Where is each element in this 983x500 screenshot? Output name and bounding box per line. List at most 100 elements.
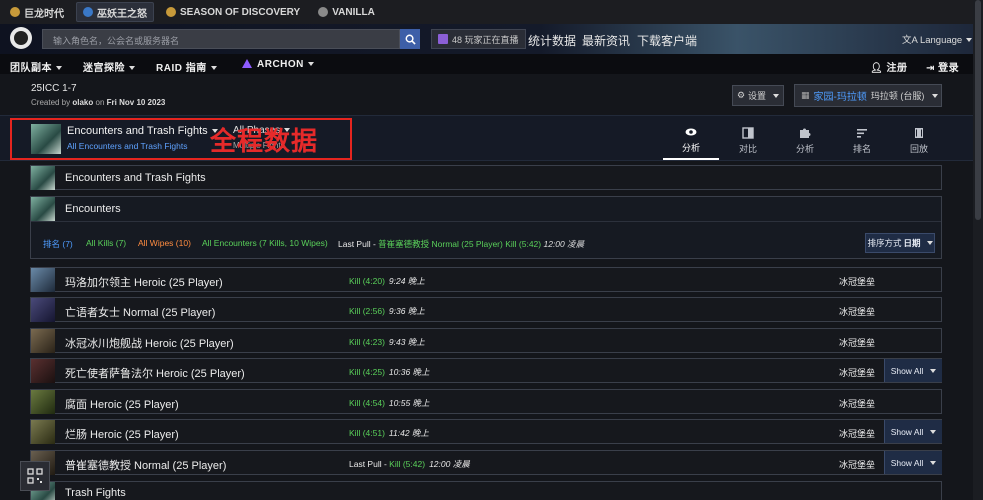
chevron-down-icon	[930, 429, 937, 434]
game-tab-sod[interactable]: SEASON OF DISCOVERY	[160, 2, 306, 22]
show-all-label: Show All	[890, 365, 924, 376]
settings-button[interactable]: ⚙ 设置	[732, 85, 784, 106]
fight-time: 9:24 晚上	[388, 276, 425, 286]
fight-row[interactable]: 腐面 Heroic (25 Player) Kill (4:54) 10:55 晚…	[30, 389, 942, 414]
chevron-down-icon	[966, 38, 973, 43]
header-link-statistics[interactable]: 统计数据	[528, 32, 576, 49]
login-link[interactable]: ⇥ 登录	[926, 59, 959, 74]
nav-item-dungeons[interactable]: 迷宫探险	[83, 59, 135, 74]
game-tab-dragonflight[interactable]: 巨龙时代	[4, 2, 70, 22]
fight-kill: Kill (4:51) 11:42 晚上	[349, 427, 429, 439]
chevron-down-icon	[56, 66, 62, 71]
tab-label: 分析	[795, 143, 814, 154]
main-nav: 团队副本 迷宫探险 RAID 指南 ARCHON 👤︎ 注册 ⇥ 登录	[0, 54, 983, 74]
fight-name: 腐面 Heroic (25 Player)	[65, 399, 179, 411]
tab-analysis[interactable]: 分析	[663, 121, 719, 160]
fight-name: 亡语者女士 Normal (25 Player)	[65, 307, 216, 319]
sod-icon	[166, 7, 176, 17]
game-tab-label: VANILLA	[332, 6, 375, 18]
wotlk-icon	[83, 7, 93, 17]
compare-icon	[742, 126, 754, 139]
fight-time: 11:42 晚上	[388, 428, 429, 438]
chevron-down-icon	[930, 368, 937, 373]
language-selector[interactable]: 文A Language	[902, 32, 973, 46]
chevron-down-icon	[129, 66, 135, 71]
encounters-panel: Encounters 排名 (7) All Kills (7) All Wipe…	[30, 196, 942, 259]
fight-kill: Kill (4:25) 10:36 晚上	[349, 366, 430, 378]
fight-row[interactable]: 烂肠 Heroic (25 Player) Kill (4:51) 11:42 晚…	[30, 419, 942, 444]
fight-kill: Last Pull - Kill (5:42) 12:00 凌晨	[349, 458, 470, 470]
ranking-icon	[857, 128, 867, 138]
filter-last-pull[interactable]: Last Pull - 普崔塞德教授 Normal (25 Player) Ki…	[338, 238, 584, 250]
report-toolbar: Encounters and Trash Fights All Encounte…	[0, 115, 973, 161]
guild-selector[interactable]: ▦ 家园-玛拉顿 玛拉顿 (台服)	[794, 84, 942, 107]
header-link-download[interactable]: 下载客户端	[637, 32, 697, 49]
scrollbar-thumb[interactable]	[975, 0, 981, 220]
tab-compare[interactable]: 对比	[720, 121, 776, 160]
fight-kill: Kill (2:56) 9:36 晚上	[349, 305, 425, 317]
fight-zone: 冰冠堡垒	[839, 460, 876, 470]
nav-label: RAID 指南	[156, 63, 207, 74]
nav-item-archon[interactable]: ARCHON	[242, 59, 314, 70]
nav-label: 迷宫探险	[83, 63, 125, 74]
boss-icon	[31, 420, 55, 444]
filter-rank[interactable]: 排名 (7)	[43, 238, 73, 250]
last-pull-text: 普崔塞德教授 Normal (25 Player) Kill (5:42)	[378, 239, 542, 249]
fight-row[interactable]: 亡语者女士 Normal (25 Player) Kill (2:56) 9:36…	[30, 297, 942, 322]
fight-row[interactable]: 冰冠冰川炮舰战 Heroic (25 Player) Kill (4:23) 9:…	[30, 328, 942, 353]
trash-row[interactable]: Trash Fights	[30, 481, 942, 500]
replay-icon	[915, 127, 923, 138]
translate-icon: 文A	[902, 35, 920, 46]
kill-label: Kill (4:54)	[349, 398, 385, 408]
archon-icon	[242, 59, 252, 68]
kill-label: Kill (4:20)	[349, 276, 385, 286]
sort-dropdown[interactable]: 排序方式 日期	[865, 233, 935, 253]
divider	[31, 221, 941, 222]
tab-replay[interactable]: 回放	[891, 121, 947, 160]
puzzle-icon	[800, 128, 811, 138]
search-input[interactable]: 输入角色名，公会名或服务器名	[42, 29, 400, 49]
report-title: 25ICC 1-7	[31, 83, 77, 94]
show-all-button[interactable]: Show All	[884, 451, 942, 474]
language-label: Language	[919, 35, 963, 46]
filter-all-wipes[interactable]: All Wipes (10)	[138, 238, 191, 248]
fight-zone: 冰冠堡垒	[839, 368, 876, 378]
tab-rankings[interactable]: 排名	[834, 121, 890, 160]
report-author[interactable]: olako	[72, 98, 93, 107]
fight-time: 10:55 晚上	[388, 398, 430, 408]
search-button[interactable]	[400, 29, 420, 49]
game-tab-wotlk[interactable]: 巫妖王之怒	[76, 2, 154, 22]
annotation-text: 全程数据	[210, 127, 319, 157]
qr-code-icon	[27, 468, 43, 484]
fight-name: 冰冠冰川炮舰战 Heroic (25 Player)	[65, 338, 234, 350]
site-header: 输入角色名，公会名或服务器名 48 玩家正在直播 统计数据 最新资讯 下载客户端…	[0, 24, 983, 54]
nav-item-raids[interactable]: 团队副本	[10, 59, 62, 74]
filter-all-encounters[interactable]: All Encounters (7 Kills, 10 Wipes)	[202, 238, 328, 248]
live-streams-button[interactable]: 48 玩家正在直播	[431, 29, 526, 49]
boss-icon	[31, 329, 55, 353]
all-fights-row[interactable]: Encounters and Trash Fights	[30, 165, 942, 190]
fight-row[interactable]: 玛洛加尔领主 Heroic (25 Player) Kill (4:20) 9:2…	[30, 267, 942, 292]
kill-label: Kill (5:42)	[389, 459, 426, 469]
header-link-news[interactable]: 最新资讯	[582, 32, 630, 49]
show-all-button[interactable]: Show All	[884, 420, 942, 443]
tab-puzzle[interactable]: 分析	[777, 121, 833, 160]
chevron-down-icon	[926, 241, 933, 245]
nav-item-raid-guide[interactable]: RAID 指南	[156, 59, 217, 74]
show-all-button[interactable]: Show All	[884, 359, 942, 382]
dragonflight-icon	[10, 7, 20, 17]
fight-row[interactable]: 死亡使者萨鲁法尔 Heroic (25 Player) Kill (4:25) 1…	[30, 358, 942, 383]
site-logo[interactable]	[10, 27, 32, 49]
filter-all-kills[interactable]: All Kills (7)	[86, 238, 126, 248]
fight-name: 玛洛加尔领主 Heroic (25 Player)	[65, 277, 223, 289]
login-icon: ⇥	[926, 63, 939, 74]
trash-label: Trash Fights	[65, 487, 126, 499]
fight-row[interactable]: 普崔塞德教授 Normal (25 Player) Last Pull - Ki…	[30, 450, 942, 475]
qr-code-button[interactable]	[20, 461, 50, 491]
scrollbar[interactable]	[973, 0, 983, 500]
fight-time: 9:43 晚上	[388, 337, 425, 347]
game-tab-vanilla[interactable]: VANILLA	[312, 2, 381, 22]
register-link[interactable]: 👤︎ 注册	[870, 59, 907, 74]
last-pull-prefix: Last Pull -	[338, 239, 379, 249]
vanilla-icon	[318, 7, 329, 17]
